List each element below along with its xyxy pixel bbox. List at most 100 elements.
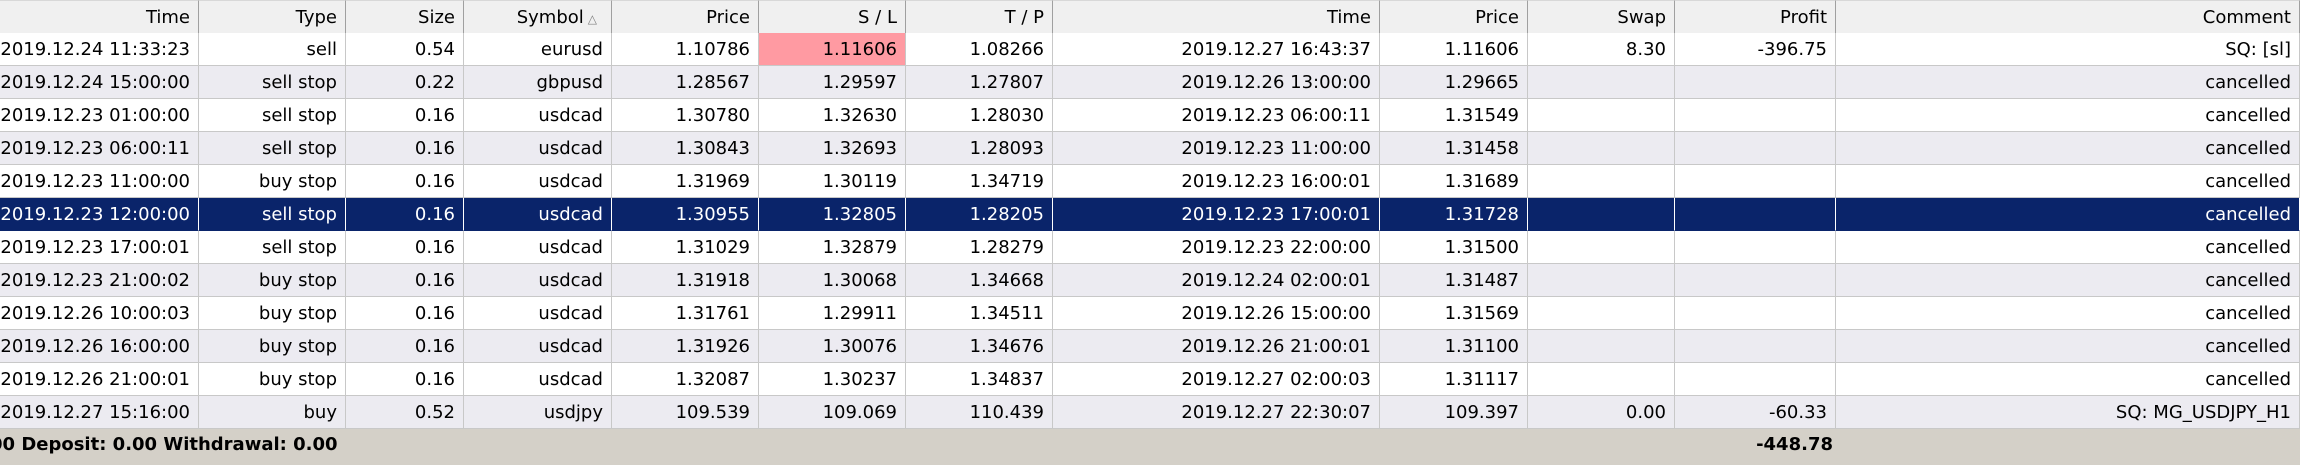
cell-profit [1675, 132, 1836, 165]
cell-size: 0.16 [346, 132, 464, 165]
cell-type: buy stop [199, 330, 346, 363]
cell-size: 0.54 [346, 33, 464, 66]
cell-price: 1.30843 [612, 132, 759, 165]
cell-sl: 109.069 [759, 396, 906, 429]
cell-profit [1675, 297, 1836, 330]
column-header-label: Type [295, 7, 337, 28]
cell-type: sell stop [199, 99, 346, 132]
cell-tp: 1.28093 [906, 132, 1053, 165]
column-header-label: S / L [858, 7, 897, 28]
cell-symbol: gbpusd [464, 66, 612, 99]
table-row[interactable]: 2019.12.23 12:00:00 sell stop 0.16 usdcad 1.… [0, 198, 2300, 231]
cell-tp: 1.27807 [906, 66, 1053, 99]
cell-comment: cancelled [1836, 330, 2300, 363]
cell-profit [1675, 66, 1836, 99]
cell-time: 2019.12.26 21:00:01 [0, 363, 199, 396]
table-row[interactable]: 2019.12.26 10:00:03 buy stop 0.16 usdcad 1.3… [0, 297, 2300, 330]
cell-comment: cancelled [1836, 66, 2300, 99]
cell-tp: 1.28279 [906, 231, 1053, 264]
column-header-sl[interactable]: S / L [759, 0, 906, 33]
cell-sl: 1.32630 [759, 99, 906, 132]
cell-profit [1675, 330, 1836, 363]
cell-close-price: 1.31458 [1380, 132, 1528, 165]
table-row[interactable]: 2019.12.23 06:00:11 sell stop 0.16 usdcad 1.… [0, 132, 2300, 165]
cell-time: 2019.12.26 10:00:03 [0, 297, 199, 330]
cell-close-price: 1.29665 [1380, 66, 1528, 99]
cell-close-time: 2019.12.27 02:00:03 [1053, 363, 1380, 396]
column-header-size[interactable]: Size [346, 0, 464, 33]
history-table: Time Type Size Symbol △ Price S / L T / P Time Pr… [0, 0, 2300, 465]
cell-tp: 1.34719 [906, 165, 1053, 198]
cell-profit: -60.33 [1675, 396, 1836, 429]
cell-comment: cancelled [1836, 198, 2300, 231]
cell-type: buy [199, 396, 346, 429]
cell-swap [1528, 330, 1675, 363]
column-header-swap[interactable]: Swap [1528, 0, 1675, 33]
cell-swap [1528, 297, 1675, 330]
column-header-comment[interactable]: Comment [1836, 0, 2300, 33]
cell-sl: 1.30076 [759, 330, 906, 363]
cell-tp: 1.34676 [906, 330, 1053, 363]
cell-close-time: 2019.12.23 17:00:01 [1053, 198, 1380, 231]
column-header-tp[interactable]: T / P [906, 0, 1053, 33]
table-row[interactable]: 2019.12.23 01:00:00 sell stop 0.16 usdcad 1.… [0, 99, 2300, 132]
table-header: Time Type Size Symbol △ Price S / L T / P Time Pr… [0, 0, 2300, 34]
cell-type: sell stop [199, 66, 346, 99]
cell-size: 0.16 [346, 165, 464, 198]
column-header-profit[interactable]: Profit [1675, 0, 1836, 33]
table-row[interactable]: 2019.12.27 15:16:00 buy 0.52 usdjpy 109.539 1… [0, 396, 2300, 429]
cell-sl: 1.32879 [759, 231, 906, 264]
cell-symbol: usdjpy [464, 396, 612, 429]
cell-close-time: 2019.12.26 13:00:00 [1053, 66, 1380, 99]
cell-type: sell stop [199, 231, 346, 264]
table-row[interactable]: 2019.12.23 21:00:02 buy stop 0.16 usdcad 1.3… [0, 264, 2300, 297]
cell-size: 0.16 [346, 330, 464, 363]
column-header-type[interactable]: Type [199, 0, 346, 33]
cell-sl: 1.29597 [759, 66, 906, 99]
cell-price: 1.28567 [612, 66, 759, 99]
total-profit: -448.78 [1756, 434, 1833, 455]
cell-comment: cancelled [1836, 99, 2300, 132]
column-header-time[interactable]: Time [0, 0, 199, 33]
column-header-close-price[interactable]: Price [1380, 0, 1528, 33]
cell-sl: 1.32805 [759, 198, 906, 231]
cell-tp: 1.28205 [906, 198, 1053, 231]
cell-sl: 1.11606 [759, 33, 906, 66]
column-header-label: Comment [2202, 7, 2291, 28]
cell-swap [1528, 231, 1675, 264]
table-row[interactable]: 2019.12.24 15:00:00 sell stop 0.22 gbpusd 1.… [0, 66, 2300, 99]
cell-symbol: usdcad [464, 363, 612, 396]
table-row[interactable]: 2019.12.26 21:00:01 buy stop 0.16 usdcad 1.3… [0, 363, 2300, 396]
table-row[interactable]: 2019.12.23 11:00:00 buy stop 0.16 usdcad 1.3… [0, 165, 2300, 198]
cell-comment: SQ: MG_USDJPY_H1 [1836, 396, 2300, 429]
cell-swap: 8.30 [1528, 33, 1675, 66]
cell-swap [1528, 198, 1675, 231]
cell-close-time: 2019.12.23 11:00:00 [1053, 132, 1380, 165]
cell-price: 1.30780 [612, 99, 759, 132]
cell-swap [1528, 264, 1675, 297]
cell-symbol: usdcad [464, 297, 612, 330]
cell-price: 1.31918 [612, 264, 759, 297]
summary-bar: 00 Deposit: 0.00 Withdrawal: 0.00 -448.7… [0, 429, 2300, 465]
column-header-label: Profit [1780, 7, 1827, 28]
cell-close-price: 1.31689 [1380, 165, 1528, 198]
column-header-label: Symbol [516, 7, 584, 28]
cell-price: 1.31029 [612, 231, 759, 264]
cell-comment: cancelled [1836, 363, 2300, 396]
cell-comment: SQ: [sl] [1836, 33, 2300, 66]
column-header-symbol[interactable]: Symbol △ [464, 0, 612, 33]
table-row[interactable]: 2019.12.24 11:33:23 sell 0.54 eurusd 1.10786… [0, 33, 2300, 66]
table-row[interactable]: 2019.12.23 17:00:01 sell stop 0.16 usdcad 1.… [0, 231, 2300, 264]
cell-swap [1528, 363, 1675, 396]
cell-swap: 0.00 [1528, 396, 1675, 429]
summary-text: 00 Deposit: 0.00 Withdrawal: 0.00 [0, 434, 338, 455]
column-header-close-time[interactable]: Time [1053, 0, 1380, 33]
cell-tp: 110.439 [906, 396, 1053, 429]
column-header-price[interactable]: Price [612, 0, 759, 33]
cell-sl: 1.30119 [759, 165, 906, 198]
cell-size: 0.16 [346, 297, 464, 330]
table-row[interactable]: 2019.12.26 16:00:00 buy stop 0.16 usdcad 1.3… [0, 330, 2300, 363]
cell-close-time: 2019.12.27 22:30:07 [1053, 396, 1380, 429]
cell-comment: cancelled [1836, 132, 2300, 165]
cell-price: 1.31969 [612, 165, 759, 198]
